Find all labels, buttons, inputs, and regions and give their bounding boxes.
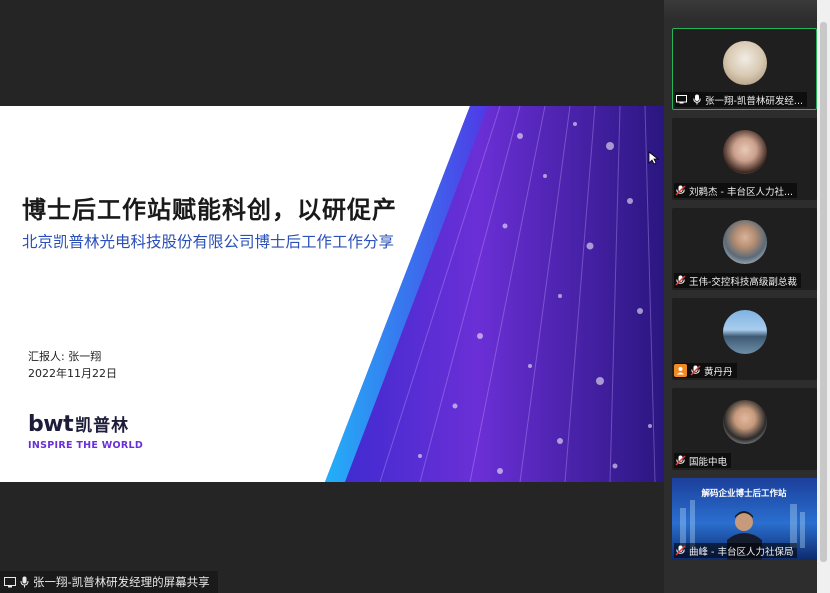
participant-name-bar: 黄丹丹 [674,363,737,378]
mouse-cursor-icon [648,151,660,165]
video-banner-text: 解码企业博士后工作站 [701,488,787,499]
avatar [722,130,767,174]
participant-tile[interactable]: 黄丹丹 [672,298,817,380]
logo-tagline: INSPIRE THE WORLD [28,440,144,451]
microphone-muted-icon [674,454,687,467]
microphone-muted-icon [674,274,687,287]
logo-chinese: 凯普林 [75,416,130,436]
screen-share-icon [675,93,688,106]
company-logo: bwt 凯普林 [28,411,129,437]
screen-share-icon [4,576,16,587]
participant-tile[interactable]: 张一翔-凯普林研发经... [672,28,817,110]
avatar [722,41,767,85]
slide-title: 博士后工作站赋能科创，以研促产 [22,196,397,224]
presentation-slide: 博士后工作站赋能科创，以研促产 北京凯普林光电科技股份有限公司博士后工作工作分享… [0,106,664,482]
participant-name-bar: 曲峰 - 丰台区人力社保局 [674,543,798,558]
sidebar-header [664,0,830,20]
participant-name: 曲峰 - 丰台区人力社保局 [689,546,794,558]
participant-tile[interactable]: 王伟-交控科技高级副总裁 [672,208,817,290]
slide-subtitle: 北京凯普林光电科技股份有限公司博士后工作工作分享 [22,233,395,251]
presenter-label: 汇报人: 张一翔 [28,350,102,363]
microphone-icon [20,576,29,588]
user-icon [674,364,687,377]
participant-name-bar: 刘鹈杰 - 丰台区人力社... [674,183,798,198]
participant-name: 王伟-交控科技高级副总裁 [689,276,797,288]
sidebar-scrollbar-thumb[interactable] [820,22,827,562]
avatar [722,400,767,444]
avatar [722,310,767,354]
participant-name: 国能中电 [689,456,728,468]
presentation-date: 2022年11月22日 [28,367,117,380]
participant-tile[interactable]: 国能中电 [672,388,817,470]
participant-tile[interactable]: 解码企业博士后工作站 曲峰 - 丰台区人力社保局 [672,478,817,560]
microphone-muted-icon [689,364,702,377]
microphone-icon [690,93,703,106]
participant-name: 刘鹈杰 - 丰台区人力社... [689,186,794,198]
screen-share-label: 张一翔-凯普林研发经理的屏幕共享 [0,571,218,593]
screen-share-area: 博士后工作站赋能科创，以研促产 北京凯普林光电科技股份有限公司博士后工作工作分享… [0,0,664,593]
microphone-muted-icon [674,544,687,557]
participant-name-bar: 王伟-交控科技高级副总裁 [674,273,801,288]
participant-name: 黄丹丹 [704,366,733,378]
microphone-muted-icon [674,184,687,197]
participant-name: 张一翔-凯普林研发经... [705,95,803,107]
avatar [722,220,767,264]
logo-text: bwt [28,412,74,437]
participant-tile[interactable]: 刘鹈杰 - 丰台区人力社... [672,118,817,200]
share-label-text: 张一翔-凯普林研发经理的屏幕共享 [33,575,210,589]
participant-name-bar: 国能中电 [674,453,732,468]
participant-name-bar: 张一翔-凯普林研发经... [675,92,807,107]
